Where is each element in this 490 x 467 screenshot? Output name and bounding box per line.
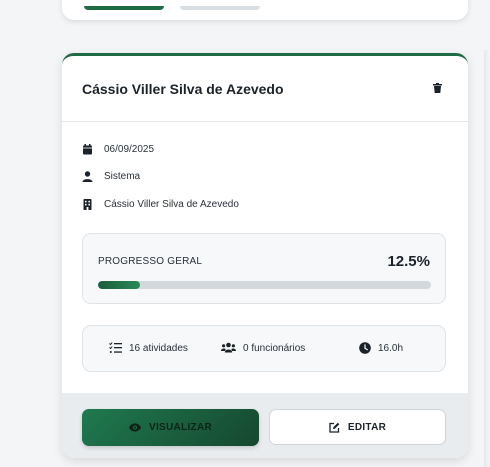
trash-icon: [432, 83, 442, 93]
progress-label: PROGRESSO GERAL: [98, 256, 203, 267]
info-list: 06/09/2025 Sistema Cássio Viller Silva d…: [82, 142, 239, 225]
info-creator-value: Sistema: [104, 171, 141, 182]
progress-bar: [98, 281, 431, 289]
info-creator: Sistema: [82, 170, 239, 184]
progress-bar-fill: [98, 281, 140, 289]
card-title: Cássio Viller Silva de Azevedo: [82, 81, 284, 97]
edit-icon: [329, 422, 340, 433]
progress-value: 12.5%: [387, 253, 430, 270]
info-company-value: Cássio Viller Silva de Azevedo: [104, 198, 239, 210]
previous-card-edit-button[interactable]: [180, 6, 260, 10]
eye-icon: [129, 423, 141, 432]
edit-button[interactable]: EDITAR: [269, 409, 446, 445]
stats-panel: 16 atividades 0 funcionários 16.0h: [82, 325, 446, 372]
card-header: Cássio Viller Silva de Azevedo: [62, 56, 468, 122]
stat-employees-value: 0 funcionários: [243, 342, 306, 354]
info-date-value: 06/09/2025: [104, 143, 155, 155]
list-check-icon: [109, 342, 122, 353]
progress-panel: PROGRESSO GERAL 12.5%: [82, 233, 446, 304]
info-company: Cássio Viller Silva de Azevedo: [82, 197, 239, 211]
delete-button[interactable]: [430, 81, 444, 95]
previous-card-view-button[interactable]: [84, 6, 164, 10]
edit-button-label: EDITAR: [347, 421, 387, 433]
building-icon: [83, 198, 92, 210]
calendar-icon: [83, 143, 92, 154]
stat-activities-value: 16 atividades: [129, 342, 188, 354]
neighbor-card-edge: [484, 50, 490, 467]
stat-activities: 16 atividades: [109, 342, 188, 354]
info-date: 06/09/2025: [82, 142, 239, 156]
previous-card: [62, 0, 468, 20]
users-icon: [221, 342, 236, 353]
user-icon: [82, 171, 93, 182]
plan-card: Cássio Viller Silva de Azevedo 06/09/202…: [62, 53, 468, 458]
view-button[interactable]: VISUALIZAR: [82, 409, 259, 446]
stat-hours-value: 16.0h: [378, 342, 404, 354]
stat-employees: 0 funcionários: [221, 342, 305, 354]
clock-icon: [359, 342, 371, 354]
view-button-label: VISUALIZAR: [149, 422, 212, 433]
stat-hours: 16.0h: [359, 342, 403, 354]
card-footer: VISUALIZAR EDITAR: [62, 393, 468, 458]
